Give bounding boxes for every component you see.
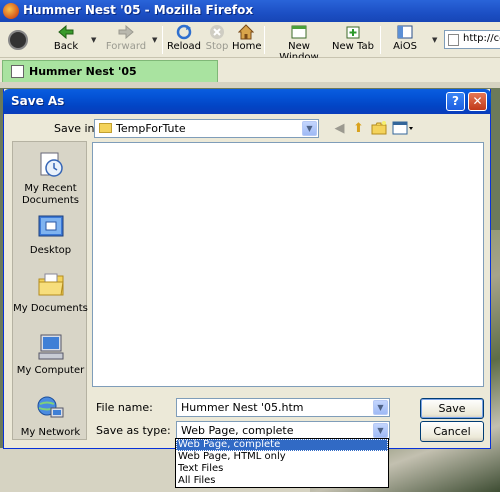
reload-button[interactable]: Reload (167, 24, 201, 56)
place-my-documents[interactable]: My Documents (13, 270, 88, 315)
tab-hummer-nest[interactable]: Hummer Nest '05 (2, 60, 218, 82)
my-network-icon (37, 396, 63, 418)
file-name-label: File name: (96, 401, 153, 414)
place-label: My Network (20, 427, 81, 438)
back-arrow-icon (58, 24, 74, 40)
place-my-computer[interactable]: My Computer (13, 332, 88, 377)
save-button[interactable]: Save (420, 398, 484, 419)
place-desktop[interactable]: Desktop (13, 212, 88, 257)
new-tab-icon (346, 26, 360, 39)
stop-button[interactable]: Stop (204, 24, 230, 56)
navigation-toolbar: Back ▼ Forward ▼ Reload Stop Home New Wi… (0, 22, 500, 63)
new-tab-button[interactable]: New Tab (332, 24, 374, 56)
type-option[interactable]: Web Page, complete (176, 439, 388, 451)
up-one-level-icon[interactable]: ⬆ (350, 120, 367, 137)
save-as-type-options-list: Web Page, complete Web Page, HTML only T… (175, 438, 389, 488)
aios-label: AiOS (393, 41, 417, 52)
firefox-logo-icon (3, 3, 19, 19)
chevron-down-icon[interactable]: ▼ (373, 423, 388, 438)
folder-icon (99, 123, 112, 133)
new-tab-label: New Tab (332, 41, 374, 52)
dialog-title-bar[interactable]: Save As ? ✕ (3, 89, 491, 114)
home-label: Home (232, 41, 262, 52)
chevron-down-icon[interactable]: ▼ (302, 121, 317, 136)
save-as-type-label: Save as type: (96, 424, 171, 437)
my-computer-icon (38, 334, 63, 360)
reload-icon (176, 24, 192, 40)
forward-label: Forward (105, 41, 147, 52)
chevron-down-icon[interactable]: ▼ (373, 400, 388, 415)
save-as-dialog: Save As ? ✕ Save in: TempForTute ▼ ◀ ⬆ M… (3, 89, 491, 449)
close-button[interactable]: ✕ (468, 92, 487, 111)
my-documents-icon (38, 273, 64, 296)
page-content-strip (0, 82, 500, 88)
save-in-label: Save in: (54, 122, 99, 135)
desktop-icon (38, 215, 63, 237)
url-bar[interactable]: http://co (444, 30, 500, 49)
place-my-recent-documents[interactable]: My Recent Documents (13, 150, 88, 207)
back-label: Back (53, 41, 79, 52)
place-label: Desktop (29, 245, 72, 256)
save-in-value: TempForTute (116, 122, 186, 135)
places-bar: My Recent Documents Desktop My Documents… (12, 141, 88, 440)
toolbar-separator (162, 26, 163, 54)
type-option[interactable]: Web Page, HTML only (176, 451, 388, 463)
type-option[interactable]: All Files (176, 475, 388, 487)
stop-icon (210, 25, 224, 39)
back-folder-icon[interactable]: ◀ (331, 120, 348, 137)
create-new-folder-icon[interactable] (370, 120, 387, 137)
aios-dropdown-icon[interactable]: ▼ (432, 36, 437, 44)
type-option[interactable]: Text Files (176, 463, 388, 475)
save-in-dropdown[interactable]: TempForTute ▼ (94, 119, 319, 138)
reload-label: Reload (167, 41, 202, 52)
tab-label: Hummer Nest '05 (29, 65, 137, 78)
place-label: My Computer (16, 365, 85, 376)
browser-title-bar: Hummer Nest '05 - Mozilla Firefox (0, 0, 500, 22)
forward-arrow-icon (118, 24, 134, 40)
toolbar-separator (380, 26, 381, 54)
save-as-type-value: Web Page, complete (181, 424, 294, 437)
toolbar-separator (264, 26, 265, 54)
url-text: http://co (463, 33, 500, 44)
recent-documents-icon (40, 152, 63, 177)
page-icon (11, 65, 24, 78)
sidebar-panel-icon (397, 25, 413, 39)
stop-label: Stop (205, 41, 229, 52)
new-window-button[interactable]: New Window (270, 24, 328, 63)
dialog-title: Save As (11, 94, 65, 108)
place-label: My Recent Documents (21, 183, 80, 206)
help-button[interactable]: ? (446, 92, 465, 111)
back-dropdown-icon[interactable]: ▼ (91, 36, 96, 44)
page-icon (448, 34, 459, 46)
file-name-value: Hummer Nest '05.htm (181, 401, 304, 414)
place-label: My Documents (13, 303, 88, 314)
forward-dropdown-icon[interactable]: ▼ (152, 36, 157, 44)
file-list-pane[interactable] (92, 142, 484, 387)
tab-bar: Hummer Nest '05 (0, 58, 500, 82)
file-name-input[interactable]: Hummer Nest '05.htm ▼ (176, 398, 390, 417)
forward-button[interactable]: Forward (104, 24, 148, 56)
place-my-network[interactable]: My Network (13, 394, 88, 439)
aios-button[interactable]: AiOS (390, 24, 420, 56)
view-menu-icon[interactable] (392, 120, 414, 137)
back-button[interactable]: Back (48, 24, 84, 56)
cancel-button[interactable]: Cancel (420, 421, 484, 442)
new-window-icon (291, 25, 307, 39)
history-menu-icon[interactable] (8, 30, 28, 50)
home-icon (238, 24, 254, 40)
home-button[interactable]: Home (232, 24, 262, 56)
browser-window-title: Hummer Nest '05 - Mozilla Firefox (23, 3, 254, 17)
